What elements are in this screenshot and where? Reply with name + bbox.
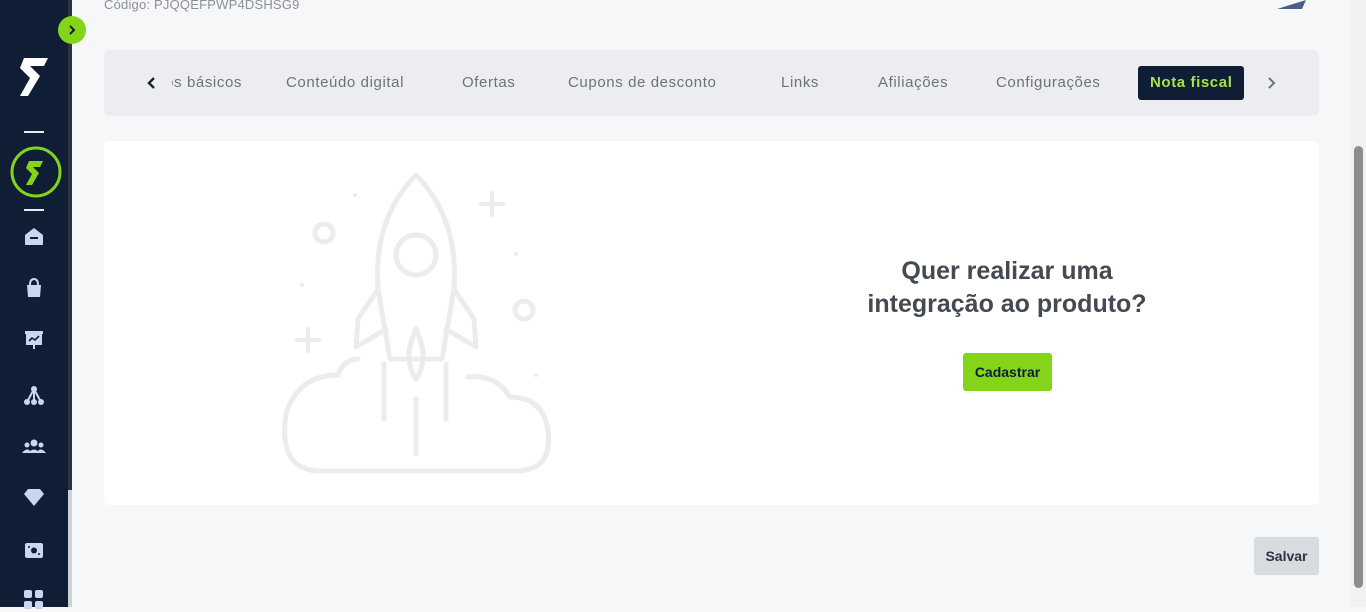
- tab-configuracoes[interactable]: Configurações: [996, 72, 1101, 94]
- users-icon[interactable]: [22, 435, 46, 459]
- cadastrar-button[interactable]: Cadastrar: [963, 353, 1052, 391]
- tabs-bar: Dados básicos Conteúdo digital Ofertas C…: [104, 50, 1319, 116]
- sidebar-divider: [24, 131, 44, 133]
- chevron-right-icon: [1268, 77, 1276, 89]
- product-code: Código: PJQQEFPWP4DSHSG9: [104, 0, 300, 12]
- chevron-left-icon: [147, 77, 155, 89]
- brand-logo: [20, 58, 48, 96]
- home-icon[interactable]: [22, 224, 46, 248]
- tab-conteudo-digital[interactable]: Conteúdo digital: [286, 72, 404, 94]
- scrollbar-thumb[interactable]: [1354, 146, 1363, 588]
- profile-ring[interactable]: [9, 145, 63, 199]
- corner-decoration-icon: [1277, 0, 1306, 9]
- sidebar-scrollbar[interactable]: [68, 0, 72, 607]
- presentation-chart-icon[interactable]: [22, 327, 46, 351]
- save-button[interactable]: Salvar: [1254, 537, 1319, 575]
- tabs-scroll-left-button[interactable]: [139, 70, 165, 96]
- empty-state-card: Quer realizar uma integração ao produto?…: [104, 141, 1319, 505]
- apps-icon[interactable]: [22, 588, 46, 612]
- tab-afiliacoes[interactable]: Afiliações: [878, 72, 948, 94]
- diamond-icon[interactable]: [22, 485, 46, 509]
- tab-ofertas[interactable]: Ofertas: [462, 72, 515, 94]
- sidebar: [0, 0, 68, 609]
- sidebar-expand-button[interactable]: [58, 16, 86, 44]
- page-scrollbar[interactable]: [1351, 0, 1366, 607]
- tab-dados-basicos[interactable]: Dados básicos: [172, 72, 242, 94]
- shopping-bag-icon[interactable]: [22, 276, 46, 300]
- sidebar-divider: [24, 209, 44, 211]
- chevron-right-icon: [69, 25, 76, 35]
- tabs-scroll-right-button[interactable]: [1258, 70, 1284, 96]
- network-icon[interactable]: [22, 383, 46, 407]
- heading-line-1: Quer realizar uma: [901, 257, 1113, 285]
- rocket-launch-icon: [282, 172, 552, 474]
- empty-state-heading: Quer realizar uma integração ao produto?: [802, 255, 1212, 321]
- tab-cupons-de-desconto[interactable]: Cupons de desconto: [568, 72, 716, 94]
- wallet-icon[interactable]: [22, 538, 46, 562]
- heading-line-2: integração ao produto?: [867, 290, 1147, 318]
- tab-links[interactable]: Links: [781, 72, 819, 94]
- tab-nota-fiscal[interactable]: Nota fiscal: [1138, 66, 1245, 100]
